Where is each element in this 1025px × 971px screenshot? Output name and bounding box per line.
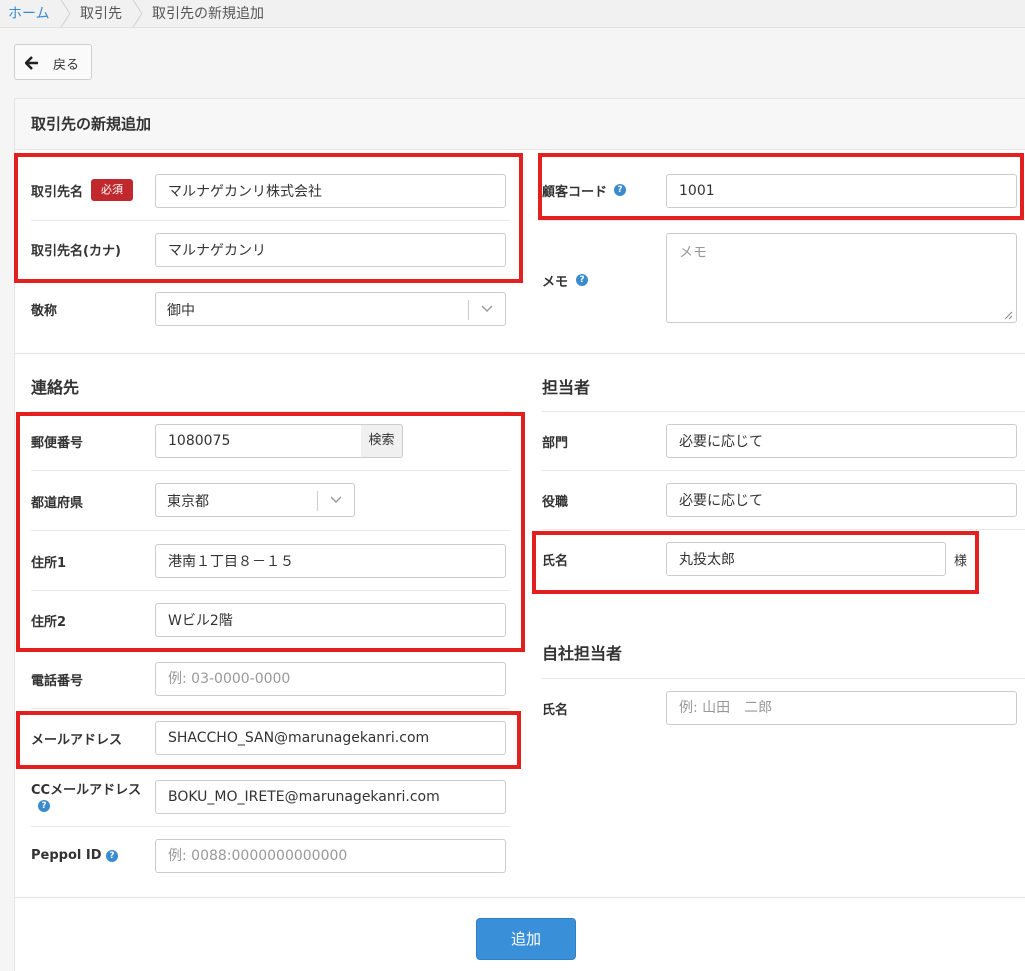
- honorific-select[interactable]: 御中: [155, 292, 506, 326]
- partner-name-label: 取引先名: [31, 185, 84, 200]
- peppol-id-input[interactable]: [155, 839, 506, 873]
- prefecture-label: 都道府県: [31, 496, 84, 511]
- phone-input[interactable]: [155, 662, 506, 696]
- customer-code-label: 顧客コード: [542, 185, 608, 200]
- divider: [542, 411, 1025, 412]
- divider: [31, 279, 510, 280]
- divider: [31, 411, 510, 412]
- department-label: 部門: [542, 436, 569, 451]
- divider: [542, 529, 1025, 530]
- breadcrumb-home[interactable]: ホーム: [8, 3, 50, 23]
- help-icon[interactable]: ?: [38, 800, 50, 812]
- peppol-id-label: Peppol ID: [31, 848, 102, 863]
- breadcrumb-separator-icon: [60, 0, 71, 27]
- person-section-title: 担当者: [542, 378, 591, 397]
- email-input[interactable]: [155, 721, 506, 755]
- cc-email-input[interactable]: [155, 780, 506, 814]
- own-person-section-title: 自社担当者: [542, 644, 623, 663]
- memo-textarea[interactable]: [666, 233, 1017, 323]
- person-name-input[interactable]: [666, 542, 946, 576]
- section-divider: [15, 353, 1025, 354]
- department-input[interactable]: [666, 424, 1017, 458]
- own-person-name-input[interactable]: [666, 691, 1017, 725]
- partner-name-input[interactable]: [155, 174, 506, 208]
- card-header: [14, 98, 1025, 150]
- customer-code-input[interactable]: [666, 174, 1017, 208]
- resize-handle-icon[interactable]: [1003, 310, 1013, 320]
- divider: [542, 678, 1025, 679]
- position-label: 役職: [542, 495, 569, 510]
- postal-code-input[interactable]: [155, 424, 362, 458]
- position-input[interactable]: [666, 483, 1017, 517]
- chevron-down-icon: [481, 305, 493, 312]
- add-button[interactable]: 追加: [476, 918, 576, 960]
- address2-input[interactable]: [155, 603, 506, 637]
- memo-label: メモ: [542, 275, 569, 290]
- address1-label: 住所1: [31, 556, 67, 571]
- honorific-value: 御中: [167, 303, 195, 319]
- breadcrumb-partners[interactable]: 取引先: [80, 3, 122, 23]
- footer-divider: [15, 897, 1025, 898]
- breadcrumb-separator-icon: [132, 0, 143, 27]
- postal-search-button[interactable]: 検索: [361, 424, 403, 458]
- breadcrumb-current: 取引先の新規追加: [152, 6, 264, 22]
- help-icon[interactable]: ?: [576, 274, 588, 286]
- divider: [31, 650, 510, 651]
- required-badge: 必須: [91, 179, 133, 201]
- divider: [31, 590, 510, 591]
- help-icon[interactable]: ?: [614, 184, 626, 196]
- divider: [31, 708, 510, 709]
- phone-label: 電話番号: [31, 674, 84, 689]
- address1-input[interactable]: [155, 544, 506, 578]
- back-button-label: 戻る: [53, 58, 80, 73]
- divider: [31, 767, 510, 768]
- divider: [31, 470, 510, 471]
- divider: [542, 220, 1025, 221]
- page-title: 取引先の新規追加: [31, 115, 152, 133]
- person-name-label: 氏名: [542, 554, 569, 569]
- divider: [542, 470, 1025, 471]
- divider: [31, 530, 510, 531]
- partner-kana-input[interactable]: [155, 233, 506, 267]
- cc-email-label: CCメールアドレス: [31, 783, 142, 798]
- breadcrumb: ホーム 取引先 取引先の新規追加: [0, 0, 1025, 28]
- honorific-label: 敬称: [31, 304, 58, 319]
- honorific-suffix: 様: [954, 554, 968, 569]
- contact-section-title: 連絡先: [31, 378, 80, 397]
- partner-kana-label: 取引先名(カナ): [31, 244, 121, 259]
- address2-label: 住所2: [31, 615, 67, 630]
- back-button[interactable]: 戻る: [14, 44, 92, 80]
- email-label: メールアドレス: [31, 733, 123, 748]
- help-icon[interactable]: ?: [106, 850, 118, 862]
- prefecture-select[interactable]: 東京都: [155, 483, 355, 517]
- chevron-down-icon: [330, 496, 342, 503]
- arrow-left-icon: [25, 56, 38, 70]
- prefecture-value: 東京都: [167, 494, 209, 510]
- divider: [31, 220, 510, 221]
- postal-code-label: 郵便番号: [31, 436, 84, 451]
- own-person-name-label: 氏名: [542, 703, 569, 718]
- divider: [31, 826, 510, 827]
